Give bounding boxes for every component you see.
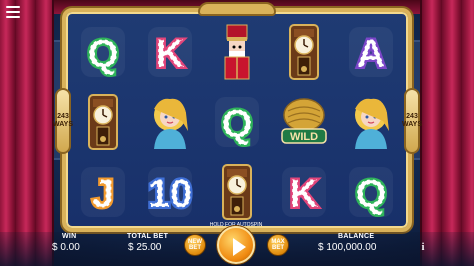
reel-grid: Q Q K K A A Q Q WILD J J 10 10 K K Q Q	[70, 18, 404, 226]
reel-cell: J J	[70, 158, 135, 226]
svg-text:J: J	[91, 172, 113, 216]
reel-cell: 10 10	[137, 158, 202, 226]
game-stage: 243 WAYS 243 WAYS Q Q K K A A Q Q WILD J…	[0, 0, 474, 266]
princess-icon	[153, 98, 188, 149]
ways-badge-left: 243 WAYS	[53, 88, 73, 154]
new-bet-line2: BET	[189, 245, 201, 251]
total-bet-value: $ 25.00	[128, 242, 162, 253]
candy-q-icon: Q Q	[349, 167, 394, 218]
spin-button[interactable]	[217, 226, 255, 264]
ways-count: 243	[406, 113, 418, 120]
svg-text:Q: Q	[87, 32, 118, 76]
candy-j-icon: J J	[80, 167, 125, 218]
reel-cell	[204, 158, 269, 226]
svg-text:WILD: WILD	[290, 131, 318, 143]
candy-k-icon: K K	[282, 167, 327, 218]
reel-cell	[70, 88, 135, 156]
max-bet-button[interactable]: MAX BET	[267, 234, 289, 256]
svg-text:Q: Q	[356, 172, 387, 216]
total-bet-label: TOTAL BET	[127, 233, 169, 240]
nutcracker-icon	[224, 24, 250, 80]
ways-badge-right: 243 WAYS	[402, 88, 422, 154]
reel-cell: Q Q	[70, 18, 135, 86]
candy-a-icon: A A	[349, 27, 394, 78]
balance-label: BALANCE	[338, 233, 375, 240]
candy-10-icon: 10 10	[146, 167, 194, 218]
reel-cell: K K	[272, 158, 337, 226]
candy-k-icon: K K	[147, 27, 192, 78]
reel-cell: WILD	[272, 88, 337, 156]
svg-text:10: 10	[148, 172, 193, 216]
play-icon	[233, 238, 246, 256]
reel-cell	[137, 88, 202, 156]
wild-icon: WILD	[281, 98, 327, 144]
clock-icon	[289, 24, 320, 80]
svg-text:Q: Q	[221, 102, 252, 146]
clock-icon	[87, 94, 118, 150]
win-label: WIN	[62, 233, 77, 240]
ways-label: WAYS	[402, 121, 422, 128]
candy-q-icon: Q Q	[214, 97, 259, 148]
reel-cell: A A	[339, 18, 404, 86]
reel-cell	[339, 88, 404, 156]
clock-icon	[221, 164, 252, 220]
reel-cell	[204, 18, 269, 86]
ways-count: 243	[57, 113, 69, 120]
candy-q-icon: Q Q	[80, 27, 125, 78]
reel-cell: Q Q	[204, 88, 269, 156]
curtain-left	[0, 0, 54, 266]
svg-text:K: K	[155, 32, 184, 76]
balance-value: $ 100,000.00	[318, 242, 377, 253]
reel-cell: K K	[137, 18, 202, 86]
max-bet-line2: BET	[272, 245, 284, 251]
menu-icon[interactable]	[6, 6, 20, 18]
svg-text:K: K	[290, 172, 319, 216]
svg-text:A: A	[357, 32, 386, 76]
curtain-right	[420, 0, 474, 266]
info-icon[interactable]: i	[417, 242, 429, 254]
frame-crest	[198, 2, 276, 16]
reel-cell	[272, 18, 337, 86]
princess-icon	[355, 98, 390, 149]
win-value: $ 0.00	[52, 242, 80, 253]
reel-cell: Q Q	[339, 158, 404, 226]
